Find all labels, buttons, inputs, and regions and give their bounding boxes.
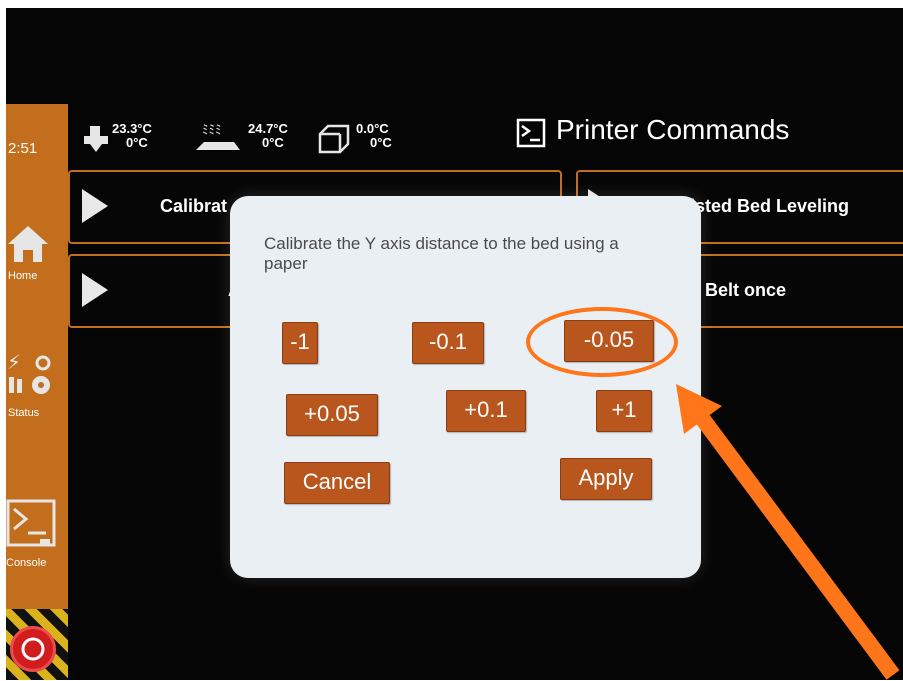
annotation-arrow — [676, 384, 900, 680]
